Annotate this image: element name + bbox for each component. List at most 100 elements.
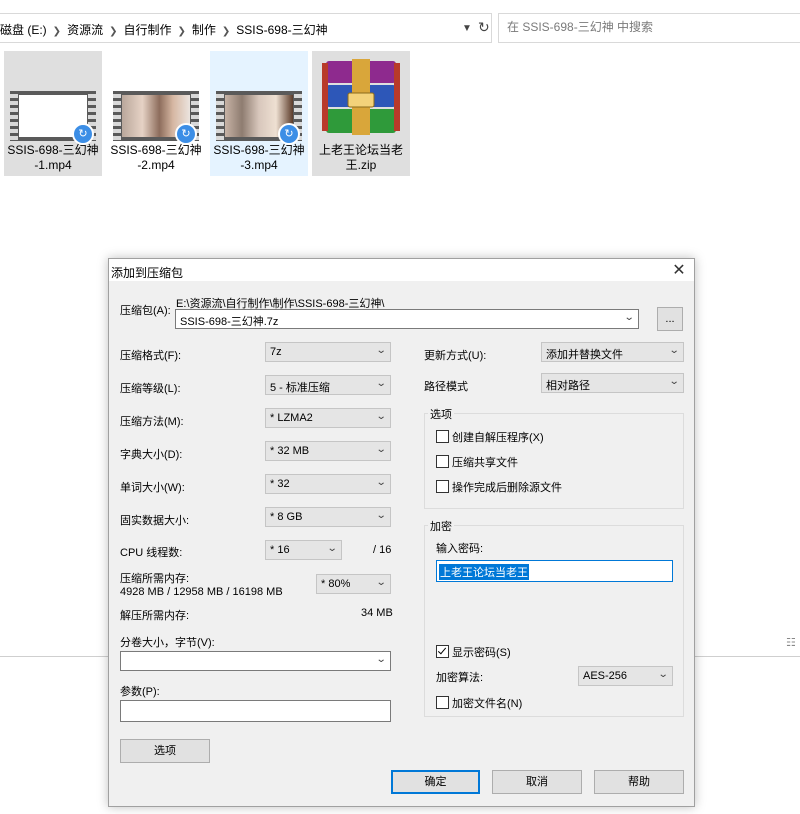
encryption-method-value: AES-256 xyxy=(583,670,628,682)
delete-after-checkbox[interactable]: 操作完成后删除源文件 xyxy=(436,479,562,495)
address-bar[interactable]: 磁盘 (E:) ❯ 资源流 ❯ 自行制作 ❯ 制作 ❯ SSIS-698-三幻神 ▼ ↻ xyxy=(0,13,492,43)
threads-select[interactable]: * 16 ⌄ xyxy=(265,540,342,560)
dialog-title: 添加到压缩包 xyxy=(111,266,184,280)
ok-button[interactable]: 确定 xyxy=(391,770,480,794)
video-icon: ↻ xyxy=(113,91,199,145)
compress-shared-checkbox[interactable]: 压缩共享文件 xyxy=(436,454,518,470)
decompress-memory-value: 34 MB xyxy=(361,607,393,619)
path-mode-label: 路径模式 xyxy=(424,381,468,393)
parameters-input[interactable] xyxy=(120,700,391,722)
chevron-right-icon: ❯ xyxy=(177,26,186,37)
chevron-down-icon: ⌄ xyxy=(375,477,387,488)
chevron-right-icon: ❯ xyxy=(221,26,231,37)
update-mode-label: 更新方式(U): xyxy=(424,350,487,362)
chevron-down-icon: ⌄ xyxy=(375,411,387,422)
memory-value: * 80% xyxy=(321,578,351,590)
chevron-down-icon: ⌄ xyxy=(668,345,680,356)
file-item[interactable]: 上老王论坛当老 王.zip xyxy=(312,51,410,176)
solid-size-value: * 8 GB xyxy=(270,511,303,523)
options-group-title: 选项 xyxy=(428,406,454,422)
close-icon[interactable]: ✕ xyxy=(670,260,688,280)
options-button[interactable]: 选项 xyxy=(120,739,210,763)
file-name: 上老王论坛当老 王.zip xyxy=(318,143,403,172)
breadcrumb-drive[interactable]: 磁盘 (E:) xyxy=(0,23,47,37)
level-select[interactable]: 5 - 标准压缩 ⌄ xyxy=(265,375,391,395)
cancel-button[interactable]: 取消 xyxy=(492,770,582,794)
compress-shared-label: 压缩共享文件 xyxy=(452,457,518,469)
shortcut-badge-icon: ↻ xyxy=(72,123,94,145)
options-group: 选项 创建自解压程序(X) 压缩共享文件 操作完成后删除源文件 xyxy=(424,406,684,509)
word-size-select[interactable]: * 32 ⌄ xyxy=(265,474,391,494)
file-name: SSIS-698-三幻神 -2.mp4 xyxy=(110,143,202,172)
breadcrumb: 磁盘 (E:) ❯ 资源流 ❯ 自行制作 ❯ 制作 ❯ SSIS-698-三幻神 xyxy=(0,21,328,38)
chevron-down-icon: ⌄ xyxy=(668,376,680,387)
chevron-down-icon: ⌄ xyxy=(375,510,387,521)
checkbox-box[interactable] xyxy=(436,696,449,709)
shortcut-badge-icon: ↻ xyxy=(175,123,197,145)
level-label: 压缩等级(L): xyxy=(120,383,181,395)
volume-size-combo[interactable]: ⌄ xyxy=(120,651,391,671)
volume-size-label: 分卷大小，字节(V): xyxy=(120,637,215,649)
chevron-down-icon: ⌄ xyxy=(375,577,387,588)
solid-size-label: 固实数据大小: xyxy=(120,515,190,527)
format-select[interactable]: 7z ⌄ xyxy=(265,342,391,362)
dictionary-select[interactable]: * 32 MB ⌄ xyxy=(265,441,391,461)
password-value: 上老王论坛当老王 xyxy=(439,564,529,580)
breadcrumb-folder[interactable]: 制作 xyxy=(192,23,216,37)
encryption-method-select[interactable]: AES-256 ⌄ xyxy=(578,666,673,686)
path-mode-select[interactable]: 相对路径 ⌄ xyxy=(541,373,684,393)
add-to-archive-dialog: 添加到压缩包 ✕ 压缩包(A): E:\资源流\自行制作\制作\SSIS-698… xyxy=(108,258,695,807)
dictionary-value: * 32 MB xyxy=(270,445,310,457)
chevron-right-icon: ❯ xyxy=(109,26,118,37)
delete-after-label: 操作完成后删除源文件 xyxy=(452,482,562,494)
chevron-down-icon: ⌄ xyxy=(657,669,669,680)
checkbox-box[interactable] xyxy=(436,455,449,468)
browse-button[interactable]: ... xyxy=(657,307,683,331)
breadcrumb-folder[interactable]: 资源流 xyxy=(67,23,103,37)
method-select[interactable]: * LZMA2 ⌄ xyxy=(265,408,391,428)
file-item[interactable]: ↻ SSIS-698-三幻神 -2.mp4 xyxy=(107,51,205,176)
breadcrumb-folder[interactable]: SSIS-698-三幻神 xyxy=(236,23,327,37)
breadcrumb-folder[interactable]: 自行制作 xyxy=(123,23,171,37)
details-view-icon[interactable]: ☷ xyxy=(786,636,796,649)
checkbox-box[interactable] xyxy=(436,480,449,493)
search-box[interactable] xyxy=(498,13,800,43)
show-password-checkbox[interactable]: 显示密码(S) xyxy=(436,644,511,660)
chevron-down-icon[interactable]: ⌄ xyxy=(375,654,386,665)
decompress-memory-label: 解压所需内存: xyxy=(120,610,190,622)
show-password-label: 显示密码(S) xyxy=(452,647,511,659)
path-mode-value: 相对路径 xyxy=(546,380,590,392)
word-size-value: * 32 xyxy=(270,478,290,490)
word-size-label: 单词大小(W): xyxy=(120,482,185,494)
video-icon: ↻ xyxy=(10,91,96,145)
memory-select[interactable]: * 80% ⌄ xyxy=(316,574,391,594)
method-value: * LZMA2 xyxy=(270,412,313,424)
update-mode-value: 添加并替换文件 xyxy=(546,349,623,361)
search-input[interactable] xyxy=(499,14,800,40)
archive-name-combo[interactable]: SSIS-698-三幻神.7z ⌄ xyxy=(175,309,639,329)
checkbox-box-checked[interactable] xyxy=(436,645,449,658)
encrypt-filenames-label: 加密文件名(N) xyxy=(452,698,523,710)
solid-size-select[interactable]: * 8 GB ⌄ xyxy=(265,507,391,527)
encrypt-filenames-checkbox[interactable]: 加密文件名(N) xyxy=(436,695,522,711)
chevron-down-icon[interactable]: ▼ xyxy=(462,23,472,34)
help-button[interactable]: 帮助 xyxy=(594,770,684,794)
dialog-titlebar[interactable]: 添加到压缩包 ✕ xyxy=(109,259,694,281)
threads-total: / 16 xyxy=(373,544,392,556)
level-value: 5 - 标准压缩 xyxy=(270,382,330,394)
password-input[interactable]: 上老王论坛当老王 xyxy=(436,560,673,582)
encryption-group: 加密 输入密码: 上老王论坛当老王 显示密码(S) 加密算法: AES-256 ⌄… xyxy=(424,518,684,717)
parameters-label: 参数(P): xyxy=(120,686,160,698)
create-sfx-checkbox[interactable]: 创建自解压程序(X) xyxy=(436,429,544,445)
refresh-icon[interactable]: ↻ xyxy=(478,19,490,36)
format-label: 压缩格式(F): xyxy=(120,350,182,362)
checkbox-box[interactable] xyxy=(436,430,449,443)
chevron-down-icon[interactable]: ⌄ xyxy=(623,312,634,323)
format-value: 7z xyxy=(270,346,282,358)
file-item[interactable]: ↻ SSIS-698-三幻神 -1.mp4 xyxy=(4,51,102,176)
update-mode-select[interactable]: 添加并替换文件 ⌄ xyxy=(541,342,684,362)
file-name: SSIS-698-三幻神 -3.mp4 xyxy=(213,143,305,172)
memory-detail: 4928 MB / 12958 MB / 16198 MB xyxy=(120,586,283,598)
archive-label: 压缩包(A): xyxy=(120,305,171,317)
file-item[interactable]: ↻ SSIS-698-三幻神 -3.mp4 xyxy=(210,51,308,176)
